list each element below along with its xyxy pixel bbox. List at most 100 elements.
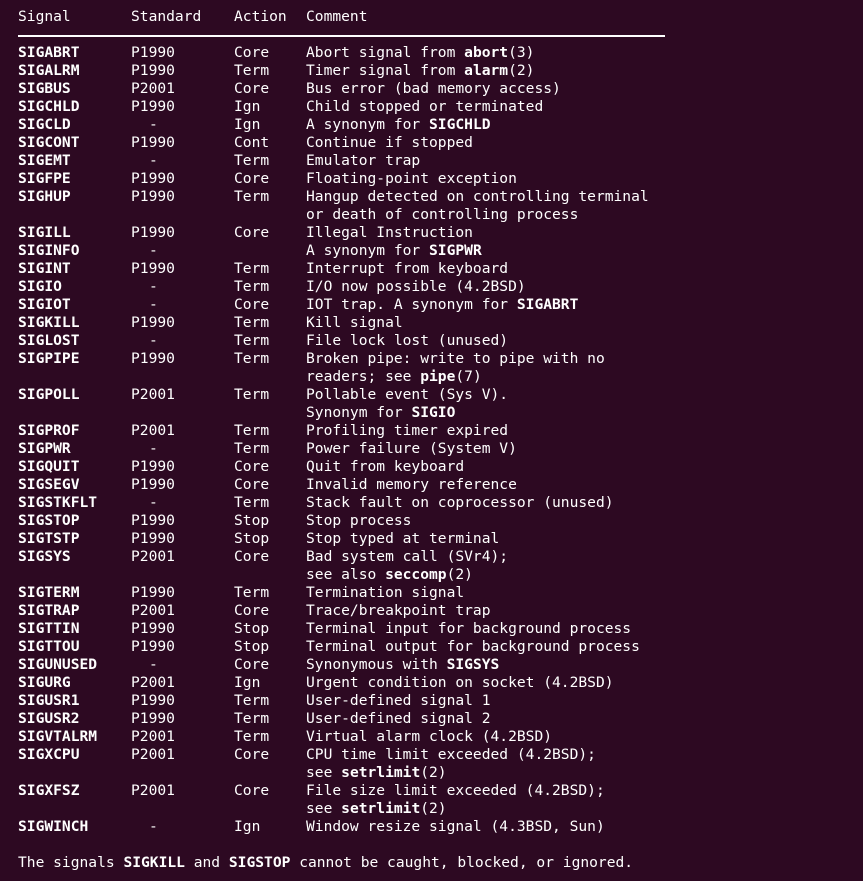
- column-header-action: Action: [234, 8, 287, 25]
- terminal-window[interactable]: Signal Standard Action Comment SIGABRT P1990 C…: [0, 0, 863, 881]
- signal-comment-continuation: see also seccomp(2): [306, 566, 473, 584]
- footer-note: The signals SIGKILL and SIGSTOP cannot b…: [18, 854, 633, 872]
- table-row: SIGSEGV P1990 Core Invalid memory reference: [0, 476, 863, 494]
- signal-name: SIGXFSZ: [18, 782, 80, 799]
- signal-standard: P1990: [131, 476, 175, 493]
- comment-text: Power failure (System V): [306, 440, 517, 457]
- signal-name: SIGCHLD: [18, 98, 80, 115]
- signal-standard: -: [149, 332, 158, 349]
- comment-text: Timer signal from: [306, 62, 465, 79]
- signal-comment-continuation: see setrlimit(2): [306, 800, 447, 818]
- signal-name: SIGPIPE: [18, 350, 80, 367]
- comment-text: Hangup detected on controlling terminal: [306, 188, 649, 205]
- signal-standard: P1990: [131, 224, 175, 241]
- signal-name: SIGSYS: [18, 548, 71, 565]
- signal-comment: Timer signal from alarm(2): [306, 62, 534, 80]
- signal-standard: P2001: [131, 422, 175, 439]
- signal-comment: Child stopped or terminated: [306, 98, 543, 116]
- table-row: SIGIO - Term I/O now possible (4.2BSD): [0, 278, 863, 296]
- table-row: SIGSYS P2001 Core Bad system call (SVr4);: [0, 548, 863, 566]
- signal-name: SIGUNUSED: [18, 656, 98, 673]
- comment-text: Kill signal: [306, 314, 403, 331]
- table-row: SIGUNUSED - Core Synonymous with SIGSYS: [0, 656, 863, 674]
- table-row: SIGTRAP P2001 Core Trace/breakpoint trap: [0, 602, 863, 620]
- signal-comment: IOT trap. A synonym for SIGABRT: [306, 296, 578, 314]
- signal-standard: P1990: [131, 98, 175, 115]
- signal-name: SIGSTOP: [18, 512, 80, 529]
- signal-standard: P2001: [131, 602, 175, 619]
- signal-standard: P2001: [131, 728, 175, 745]
- signal-standard: P1990: [131, 512, 175, 529]
- signal-action: Core: [234, 44, 270, 61]
- signal-name: SIGUSR2: [18, 710, 80, 727]
- comment-text: CPU time limit exceeded (4.2BSD);: [306, 746, 596, 763]
- footer-text-mid: and: [184, 854, 229, 871]
- signal-comment: Trace/breakpoint trap: [306, 602, 491, 620]
- table-row: SIGCHLD P1990 Ign Child stopped or terminat…: [0, 98, 863, 116]
- terminal-screen: Signal Standard Action Comment SIGABRT P1990 C…: [0, 8, 863, 872]
- signal-action: Term: [234, 692, 270, 709]
- comment-text: Virtual alarm clock (4.2BSD): [306, 728, 553, 745]
- signal-action: Core: [234, 458, 270, 475]
- signal-standard: P2001: [131, 80, 175, 97]
- comment-section-number: (2): [508, 62, 535, 79]
- comment-text: User-defined signal 2: [306, 710, 491, 727]
- signal-comment-continuation: Synonym for SIGIO: [306, 404, 455, 422]
- comment-text: Terminal output for background process: [306, 638, 640, 655]
- comment-reference: seccomp: [385, 566, 447, 583]
- signal-comment: Broken pipe: write to pipe with no: [306, 350, 605, 368]
- signal-comment: CPU time limit exceeded (4.2BSD);: [306, 746, 596, 764]
- signal-action: Term: [234, 62, 270, 79]
- table-row: SIGUSR1 P1990 Term User-defined signal 1: [0, 692, 863, 710]
- signal-action: Cont: [234, 134, 270, 151]
- signal-name: SIGHUP: [18, 188, 71, 205]
- signal-action: Term: [234, 440, 270, 457]
- table-row: SIGPROF P2001 Term Profiling timer expired: [0, 422, 863, 440]
- signal-action: Core: [234, 296, 270, 313]
- table-row: SIGSTOP P1990 Stop Stop process: [0, 512, 863, 530]
- comment-text: A synonym for: [306, 242, 430, 259]
- table-row-continuation: readers; see pipe(7): [0, 368, 863, 386]
- signal-name: SIGFPE: [18, 170, 71, 187]
- comment-text: Synonymous with: [306, 656, 447, 673]
- signal-comment: Pollable event (Sys V).: [306, 386, 508, 404]
- comment-text: Broken pipe: write to pipe with no: [306, 350, 605, 367]
- table-row: SIGUSR2 P1990 Term User-defined signal 2: [0, 710, 863, 728]
- signal-standard: P1990: [131, 260, 175, 277]
- comment-text: Synonym for: [306, 404, 412, 421]
- comment-text: Child stopped or terminated: [306, 98, 544, 115]
- footer-signal-2: SIGSTOP: [228, 854, 291, 871]
- signal-comment-continuation: see setrlimit(2): [306, 764, 447, 782]
- table-row: SIGLOST - Term File lock lost (unused): [0, 332, 863, 350]
- table-row: SIGPIPE P1990 Term Broken pipe: write to pi…: [0, 350, 863, 368]
- table-row: SIGXCPU P2001 Core CPU time limit exceeded …: [0, 746, 863, 764]
- signal-action: Ign: [234, 98, 261, 115]
- table-row: SIGEMT - Term Emulator trap: [0, 152, 863, 170]
- signal-standard: -: [149, 152, 158, 169]
- comment-text: see also: [306, 566, 386, 583]
- signal-standard: -: [149, 242, 158, 259]
- signal-comment: File lock lost (unused): [306, 332, 508, 350]
- signal-comment: Terminal output for background process: [306, 638, 640, 656]
- signal-action: Ign: [234, 116, 261, 133]
- column-header-comment: Comment: [306, 8, 368, 25]
- comment-text: Stop typed at terminal: [306, 530, 500, 547]
- signal-comment: Continue if stopped: [306, 134, 473, 152]
- footer-signal-1: SIGKILL: [123, 854, 185, 871]
- signal-action: Term: [234, 728, 270, 745]
- comment-text: see: [306, 764, 342, 781]
- signal-standard: P1990: [131, 188, 175, 205]
- comment-text: User-defined signal 1: [306, 692, 491, 709]
- table-row-continuation: see also seccomp(2): [0, 566, 863, 584]
- signal-name: SIGEMT: [18, 152, 71, 169]
- comment-section-number: (3): [508, 44, 535, 61]
- table-row: SIGABRT P1990 Core Abort signal from abort(…: [0, 44, 863, 62]
- signal-standard: P1990: [131, 350, 175, 367]
- signal-standard: -: [149, 656, 158, 673]
- table-row: SIGVTALRM P2001 Term Virtual alarm clock (4…: [0, 728, 863, 746]
- table-row: SIGWINCH - Ign Window resize signal (4.3BSD…: [0, 818, 863, 836]
- signal-action: Core: [234, 602, 270, 619]
- comment-text: Termination signal: [306, 584, 465, 601]
- signal-comment: User-defined signal 2: [306, 710, 491, 728]
- signal-comment: Profiling timer expired: [306, 422, 508, 440]
